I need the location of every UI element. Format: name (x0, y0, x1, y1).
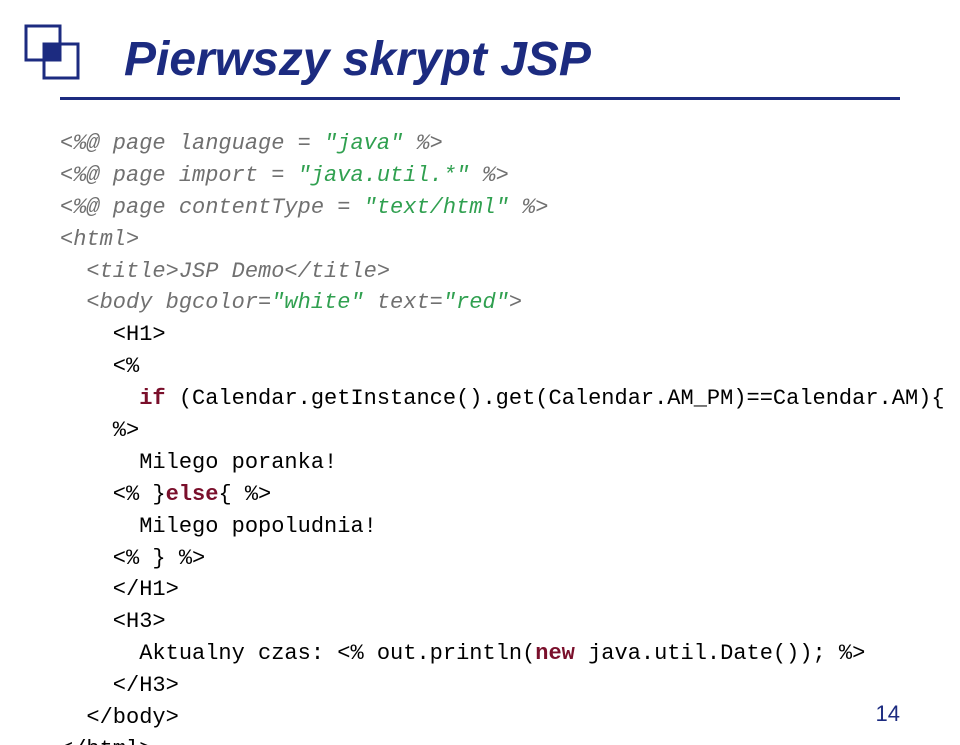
title-divider (60, 97, 900, 100)
code-line: <title>JSP Demo</title> (60, 259, 390, 284)
code-line: Aktualny czas: <% out.println(new java.u… (60, 641, 865, 666)
code-line: <html> (60, 227, 139, 252)
page-number: 14 (876, 701, 900, 727)
code-line: </H1> (60, 577, 179, 602)
slide: Pierwszy skrypt JSP <%@ page language = … (0, 0, 960, 745)
code-line: Milego poranka! (60, 450, 337, 475)
slide-title: Pierwszy skrypt JSP (124, 32, 900, 87)
code-line: <%@ page import = "java.util.*" %> (60, 163, 509, 188)
code-line: <%@ page contentType = "text/html" %> (60, 195, 549, 220)
title-wrap: Pierwszy skrypt JSP (124, 32, 900, 87)
code-line: </html> (60, 737, 152, 745)
code-line: <body bgcolor="white" text="red"> (60, 290, 522, 315)
code-line: <% (60, 354, 139, 379)
code-line: <H3> (60, 609, 166, 634)
code-line: <H1> (60, 322, 166, 347)
code-line: </H3> (60, 673, 179, 698)
code-line: <%@ page language = "java" %> (60, 131, 443, 156)
code-line: if (Calendar.getInstance().get(Calendar.… (60, 386, 945, 411)
code-line: Milego popoludnia! (60, 514, 377, 539)
logo-icon (20, 20, 84, 84)
code-line: <% } %> (60, 546, 205, 571)
code-line: </body> (60, 705, 179, 730)
code-line: %> (60, 418, 139, 443)
code-block: <%@ page language = "java" %> <%@ page i… (60, 128, 900, 745)
code-line: <% }else{ %> (60, 482, 271, 507)
